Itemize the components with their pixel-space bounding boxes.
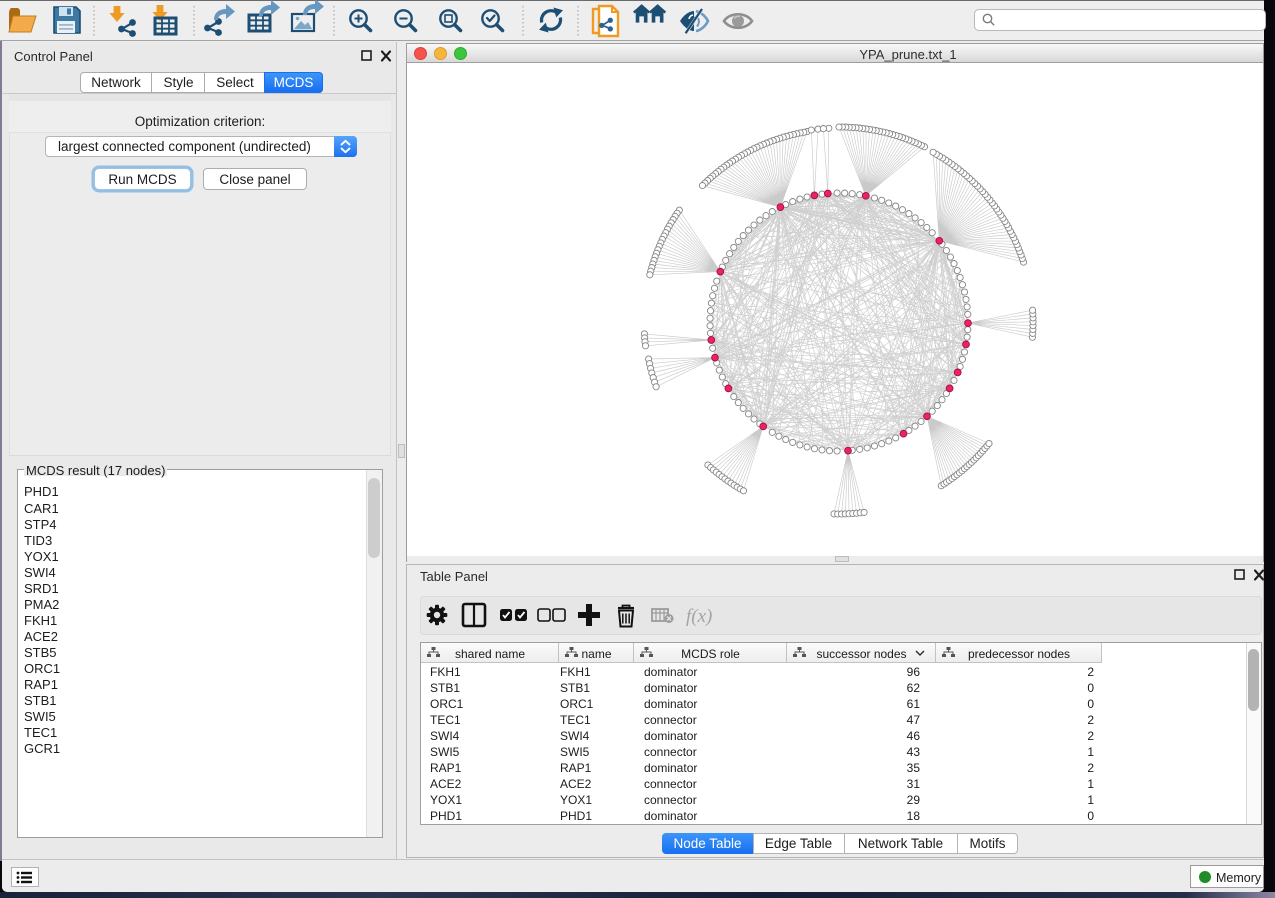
svg-text:f(x): f(x) <box>686 606 712 627</box>
